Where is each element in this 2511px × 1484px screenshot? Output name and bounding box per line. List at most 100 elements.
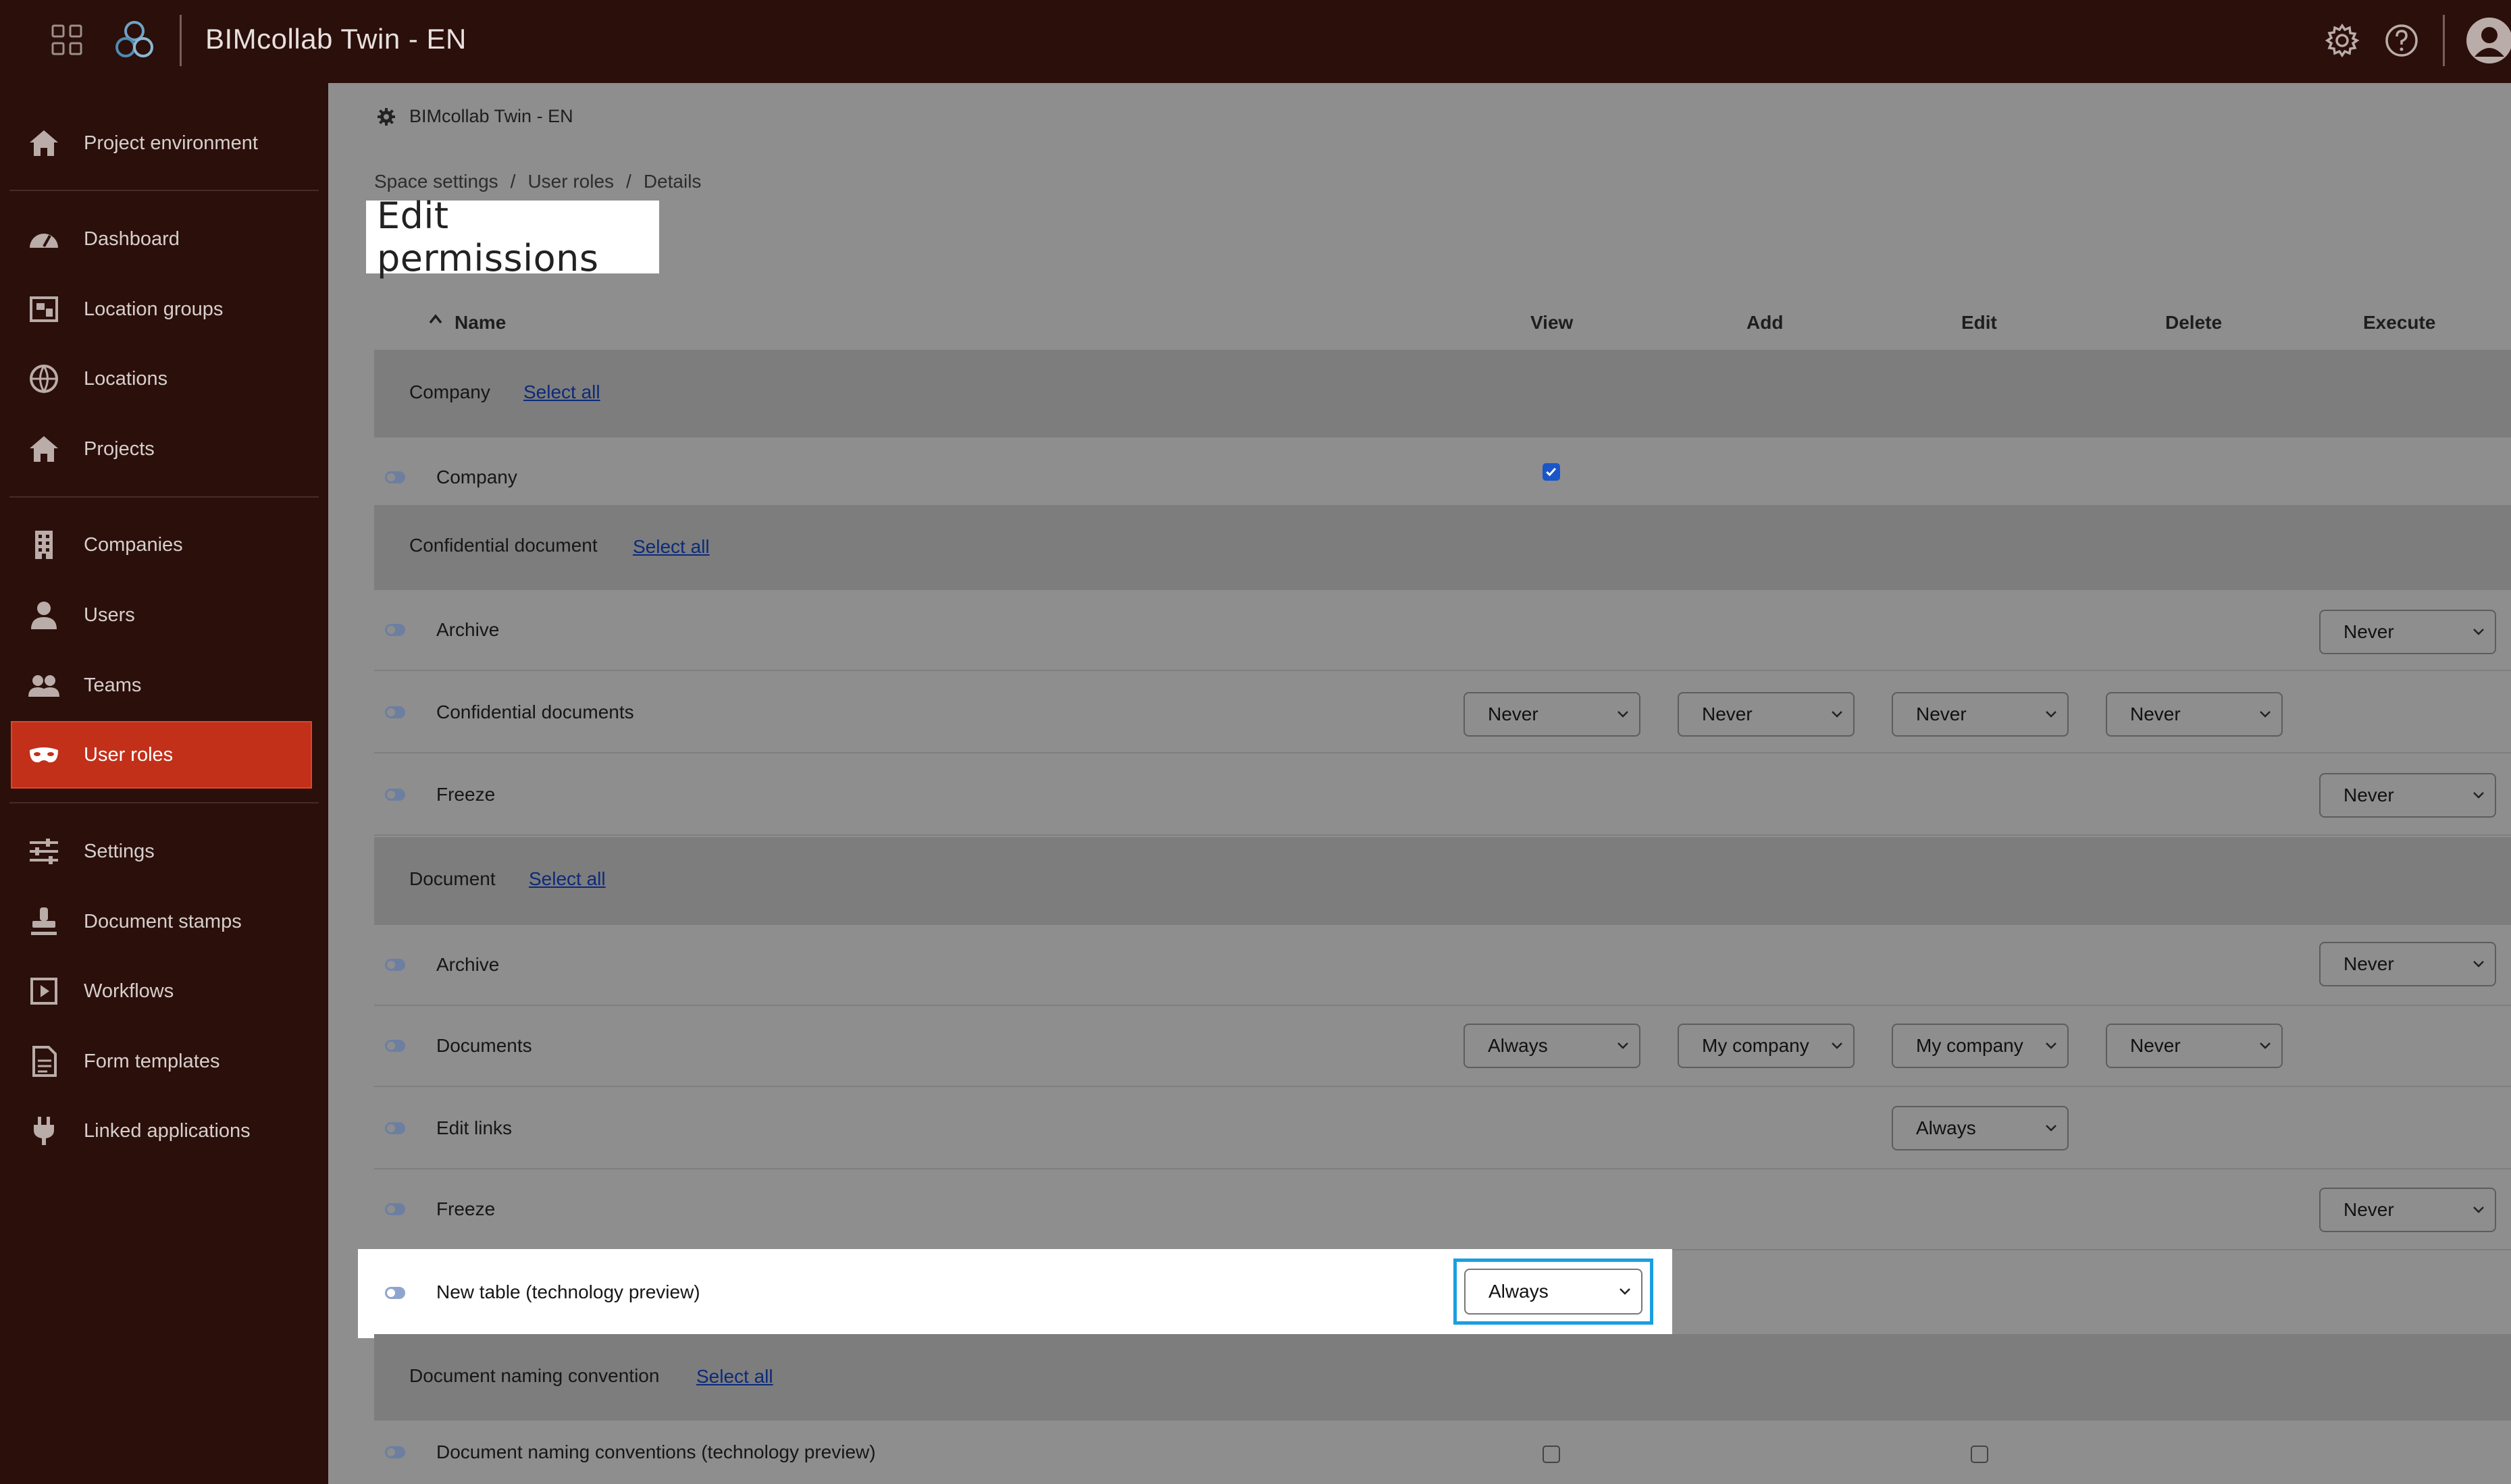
delete-select[interactable]: Never [2106,692,2283,737]
sort-ascending-icon[interactable] [428,312,443,327]
sidebar-item-dashboard[interactable]: Dashboard [11,205,312,273]
sidebar-item-form-templates[interactable]: Form templates [11,1028,312,1095]
select-all-link[interactable]: Select all [523,381,600,403]
toggle-icon[interactable] [385,1122,405,1134]
column-header-name[interactable]: Name [455,312,506,334]
sidebar-item-location-groups[interactable]: Location groups [11,275,312,343]
select-all-link[interactable]: Select all [696,1366,773,1387]
select-value: Never [1916,704,1967,724]
sidebar-item-teams[interactable]: Teams [11,652,312,719]
permission-label: Archive [436,954,500,975]
view-checkbox[interactable] [1543,1446,1560,1463]
plug-icon [34,1117,54,1145]
sidebar-item-projects[interactable]: Projects [11,415,312,483]
view-checkbox[interactable] [1543,463,1560,481]
sidebar: Project environment Dashboard Location g… [0,83,328,1484]
select-value: Never [1488,704,1538,724]
edit-checkbox[interactable] [1971,1446,1988,1463]
globe-icon [30,365,58,394]
view-select[interactable]: Always [1464,1024,1640,1068]
chevron-down-icon [2260,1042,2271,1049]
permission-label: Edit links [436,1117,513,1138]
execute-select[interactable]: Never [2319,773,2496,818]
column-header-view: View [1530,312,1574,333]
select-value: Never [2130,704,2181,724]
app-title: BIMcollab Twin - EN [205,23,467,55]
space-name: BIMcollab Twin - EN [409,106,573,126]
table-row: Archive [374,590,2511,671]
sidebar-item-settings[interactable]: Settings [11,818,312,885]
table-row: Freeze [374,755,2511,836]
edit-select[interactable]: Always [1892,1106,2069,1150]
sidebar-item-user-roles[interactable]: User roles [11,721,312,789]
sidebar-item-document-stamps[interactable]: Document stamps [11,888,312,955]
chevron-down-icon [2473,1207,2484,1213]
toggle-icon[interactable] [385,1040,405,1052]
breadcrumb-link-user-roles[interactable]: User roles [527,171,614,192]
group-header-document-naming-convention: Document naming convention Select all [374,1334,2511,1421]
view-select[interactable]: Always [1464,1269,1642,1315]
edit-select[interactable]: My company [1892,1024,2069,1068]
permission-label: Document naming conventions (technology … [436,1441,876,1462]
user-avatar-icon[interactable] [2465,16,2511,65]
help-icon[interactable] [2383,22,2421,59]
breadcrumb-separator: / [626,171,631,192]
sidebar-item-label: Teams [84,674,142,696]
sidebar-item-label: Users [84,604,135,626]
sidebar-item-project-environment[interactable]: Project environment [11,109,312,177]
toggle-icon[interactable] [385,706,405,718]
space-header: BIMcollab Twin - EN [377,106,573,127]
breadcrumb: Space settings / User roles / Details [374,171,701,192]
checkmark-icon [1546,467,1557,477]
add-select[interactable]: Never [1678,692,1855,737]
toggle-icon[interactable] [385,959,405,971]
nav-divider [9,496,319,498]
mask-icon [30,747,58,763]
toggle-icon[interactable] [385,1287,405,1299]
select-value: Never [1702,704,1753,724]
breadcrumb-link-space-settings[interactable]: Space settings [374,171,498,192]
edit-select[interactable]: Never [1892,692,2069,737]
add-select[interactable]: My company [1678,1024,1855,1068]
chevron-down-icon [1620,1288,1630,1295]
permission-label: Archive [436,619,500,640]
toggle-icon[interactable] [385,471,405,483]
execute-select[interactable]: Never [2319,1188,2496,1232]
toggle-icon[interactable] [385,1446,405,1458]
breadcrumb-current: Details [643,171,702,192]
chevron-down-icon [2473,629,2484,635]
dashboard-gauge-icon [30,234,58,248]
column-header-add: Add [1746,312,1784,333]
select-value: My company [1916,1035,2023,1056]
select-value: Always [1916,1117,1976,1138]
sidebar-item-linked-applications[interactable]: Linked applications [11,1097,312,1165]
view-select[interactable]: Never [1464,692,1640,737]
toggle-icon[interactable] [385,1203,405,1215]
settings-gear-icon[interactable] [2323,22,2361,59]
permission-label: Company [436,467,517,487]
sidebar-item-locations[interactable]: Locations [11,345,312,413]
toggle-icon[interactable] [385,624,405,636]
permission-label: Freeze [436,784,496,805]
sidebar-item-users[interactable]: Users [11,581,312,649]
execute-select[interactable]: Never [2319,610,2496,654]
select-value: Always [1489,1281,1549,1302]
toggle-icon[interactable] [385,789,405,801]
sidebar-item-label: Dashboard [84,228,180,250]
group-header-document: Document Select all [374,837,2511,925]
select-all-link[interactable]: Select all [633,536,710,558]
chevron-down-icon [2046,1125,2056,1132]
sidebar-item-label: Workflows [84,980,174,1002]
header-divider [180,15,182,66]
select-value: Never [2344,953,2394,974]
apps-grid-icon[interactable] [51,24,82,55]
select-value: Never [2130,1035,2181,1056]
bimcollab-logo-icon[interactable] [112,18,157,62]
delete-select[interactable]: Never [2106,1024,2283,1068]
sidebar-item-companies[interactable]: Companies [11,511,312,579]
sidebar-item-label: Project environment [84,132,258,154]
execute-select[interactable]: Never [2319,942,2496,986]
table-row: Freeze [374,1169,2511,1250]
sidebar-item-workflows[interactable]: Workflows [11,957,312,1025]
select-all-link[interactable]: Select all [529,868,606,890]
